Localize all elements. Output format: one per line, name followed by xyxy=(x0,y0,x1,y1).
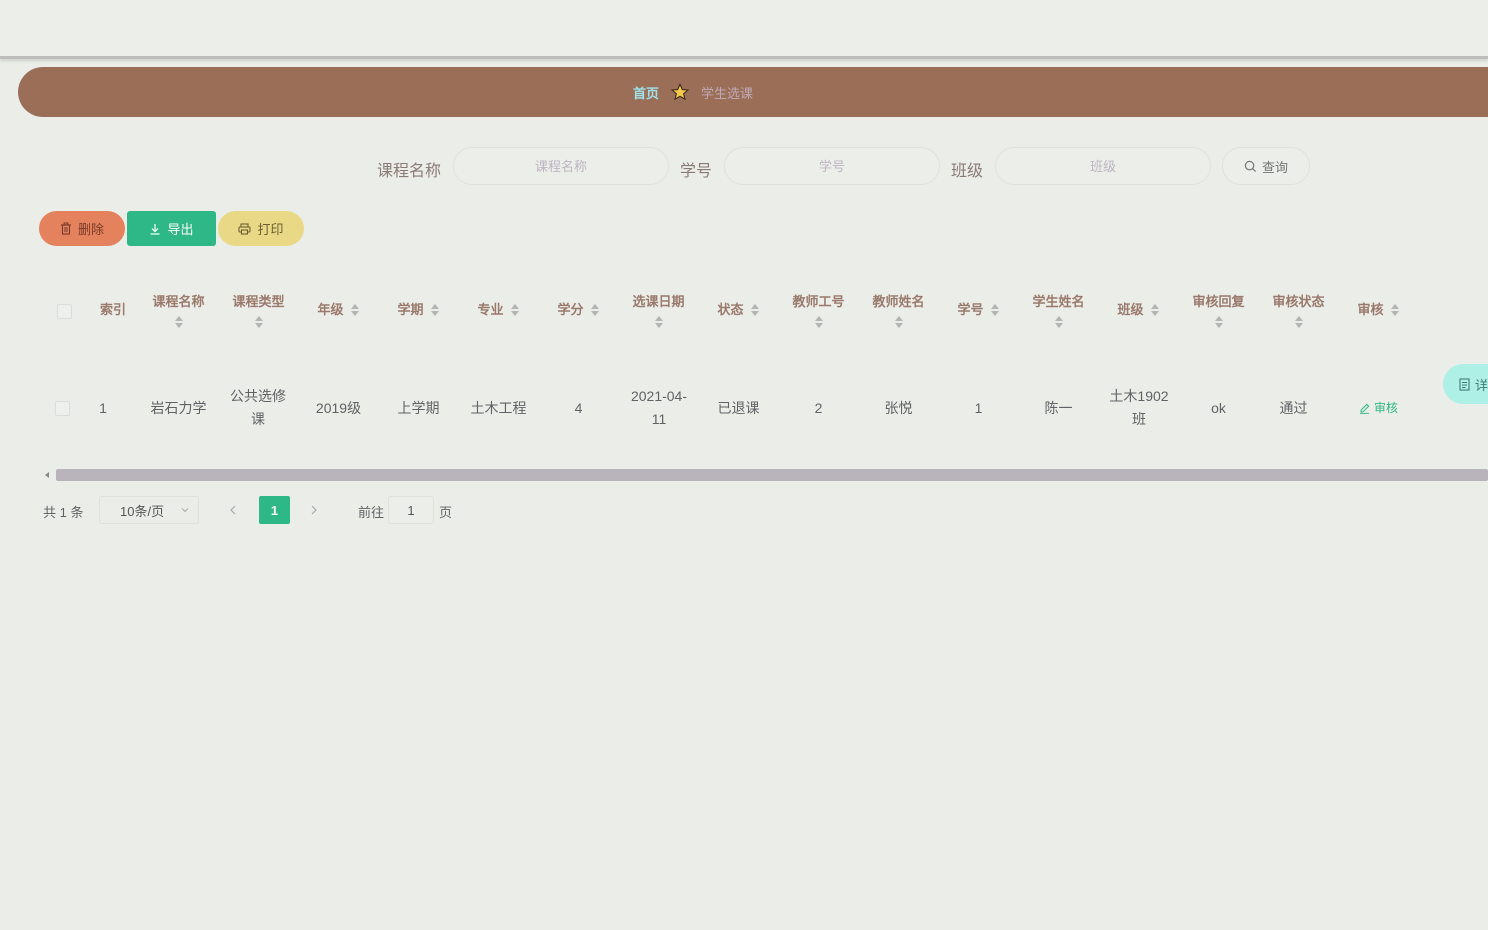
col-audit-reply[interactable]: 审核回复 xyxy=(1180,275,1257,345)
search-icon xyxy=(1244,160,1257,172)
class-label: 班级 xyxy=(951,163,984,180)
top-navbar xyxy=(0,0,1488,59)
cell-student-no: 1 xyxy=(974,399,983,416)
audit-link[interactable]: 审核 xyxy=(1359,397,1398,420)
col-student-no[interactable]: 学号 xyxy=(940,275,1017,345)
col-select-date[interactable]: 选课日期 xyxy=(620,275,697,345)
page-number-current[interactable]: 1 xyxy=(259,496,290,524)
col-credit[interactable]: 学分 xyxy=(540,275,617,345)
cell-select-date: 2021-04-11 xyxy=(630,388,688,427)
cell-credit: 4 xyxy=(574,399,583,416)
col-class[interactable]: 班级 xyxy=(1100,275,1177,345)
cell-audit: 审核 xyxy=(1340,375,1417,441)
sort-icon[interactable] xyxy=(510,303,520,317)
col-grade[interactable]: 年级 xyxy=(300,275,377,345)
page-size-value: 10条/页 xyxy=(120,503,165,519)
cell-audit-status: 通过 xyxy=(1279,399,1308,416)
select-all-checkbox[interactable] xyxy=(57,304,72,319)
class-input[interactable] xyxy=(995,147,1211,185)
breadcrumb-bar: 首页 学生选课 xyxy=(18,67,1488,117)
edit-icon xyxy=(1359,403,1370,414)
col-audit[interactable]: 审核 xyxy=(1340,275,1417,345)
cell-semester: 上学期 xyxy=(397,399,440,416)
sort-icon[interactable] xyxy=(750,303,760,317)
sort-icon[interactable] xyxy=(1390,303,1400,317)
cell-teacher-no: 2 xyxy=(814,399,823,416)
query-button-label: 查询 xyxy=(1261,159,1288,175)
table-header: 索引 课程名称 课程类型 年级 学期 专业 学分 选课日期 状态 教师工号 教师… xyxy=(0,275,1488,345)
goto-suffix: 页 xyxy=(439,505,453,520)
col-status[interactable]: 状态 xyxy=(700,275,777,345)
total-count: 共 1 条 xyxy=(43,505,84,520)
goto-prefix: 前往 xyxy=(358,505,385,520)
query-button[interactable]: 查询 xyxy=(1222,147,1310,185)
cell-grade: 2019级 xyxy=(315,399,362,416)
sort-icon[interactable] xyxy=(990,303,1000,317)
sort-icon[interactable] xyxy=(894,315,904,329)
chevron-down-icon xyxy=(181,508,189,513)
sort-icon[interactable] xyxy=(654,315,664,329)
pagination: 共 1 条 10条/页 1 前往 页 xyxy=(0,496,1488,524)
cell-course-type: 公共选修课 xyxy=(230,388,286,427)
printer-icon xyxy=(238,222,252,235)
col-semester[interactable]: 学期 xyxy=(380,275,457,345)
search-form: 课程名称 学号 班级 查询 xyxy=(0,147,1488,187)
star-icon xyxy=(671,83,689,101)
breadcrumb-current: 学生选课 xyxy=(701,85,754,101)
next-page-icon[interactable] xyxy=(309,503,319,517)
cell-audit-reply: ok xyxy=(1211,399,1226,416)
student-no-input[interactable] xyxy=(724,147,940,185)
cell-course-name: 岩石力学 xyxy=(150,399,207,416)
col-course-name[interactable]: 课程名称 xyxy=(140,275,217,345)
cell-teacher-name: 张悦 xyxy=(884,399,913,416)
col-teacher-name[interactable]: 教师姓名 xyxy=(860,275,937,345)
sort-icon[interactable] xyxy=(174,315,184,329)
delete-button-label: 删除 xyxy=(77,222,104,237)
export-button-label: 导出 xyxy=(167,222,194,237)
audit-link-label: 审核 xyxy=(1373,400,1398,415)
print-button[interactable]: 打印 xyxy=(218,211,304,246)
trash-icon xyxy=(60,222,71,235)
col-major[interactable]: 专业 xyxy=(460,275,537,345)
col-course-type[interactable]: 课程类型 xyxy=(220,275,297,345)
goto-page-input[interactable] xyxy=(388,496,434,524)
col-teacher-no[interactable]: 教师工号 xyxy=(780,275,857,345)
sort-icon[interactable] xyxy=(590,303,600,317)
col-student-name[interactable]: 学生姓名 xyxy=(1020,275,1097,345)
student-no-label: 学号 xyxy=(680,163,713,180)
sort-icon[interactable] xyxy=(1150,303,1160,317)
print-button-label: 打印 xyxy=(257,222,284,237)
sort-icon[interactable] xyxy=(814,315,824,329)
cell-status: 已退课 xyxy=(717,399,760,416)
sort-icon[interactable] xyxy=(350,303,360,317)
sort-icon[interactable] xyxy=(1214,315,1224,329)
page-size-select[interactable]: 10条/页 xyxy=(99,496,199,524)
table-row: 1 岩石力学 公共选修课 2019级 上学期 土木工程 4 2021-04-11… xyxy=(0,375,1488,441)
sort-icon[interactable] xyxy=(430,303,440,317)
prev-page-icon[interactable] xyxy=(228,503,238,517)
col-audit-status[interactable]: 审核状态 xyxy=(1260,275,1337,345)
cell-class: 土木1902班 xyxy=(1109,388,1169,427)
cell-index: 1 xyxy=(99,399,107,416)
scroll-left-icon[interactable] xyxy=(42,470,52,480)
sort-icon[interactable] xyxy=(1054,315,1064,329)
sort-icon[interactable] xyxy=(1294,315,1304,329)
row-checkbox[interactable] xyxy=(55,401,70,416)
export-button[interactable]: 导出 xyxy=(127,211,216,246)
horizontal-scrollbar[interactable] xyxy=(56,469,1488,481)
course-name-input[interactable] xyxy=(453,147,669,185)
document-icon xyxy=(1459,377,1470,391)
detail-button-label: 详 xyxy=(1475,377,1488,393)
breadcrumb: 首页 学生选课 xyxy=(633,83,753,102)
course-name-label: 课程名称 xyxy=(377,163,442,180)
detail-button[interactable]: 详 xyxy=(1443,364,1488,404)
cell-major: 土木工程 xyxy=(470,399,527,416)
sort-icon[interactable] xyxy=(254,315,264,329)
download-icon xyxy=(150,223,160,235)
delete-button[interactable]: 删除 xyxy=(39,211,125,246)
cell-student-name: 陈一 xyxy=(1044,399,1073,416)
breadcrumb-home[interactable]: 首页 xyxy=(633,83,659,102)
col-index: 索引 xyxy=(99,302,126,317)
